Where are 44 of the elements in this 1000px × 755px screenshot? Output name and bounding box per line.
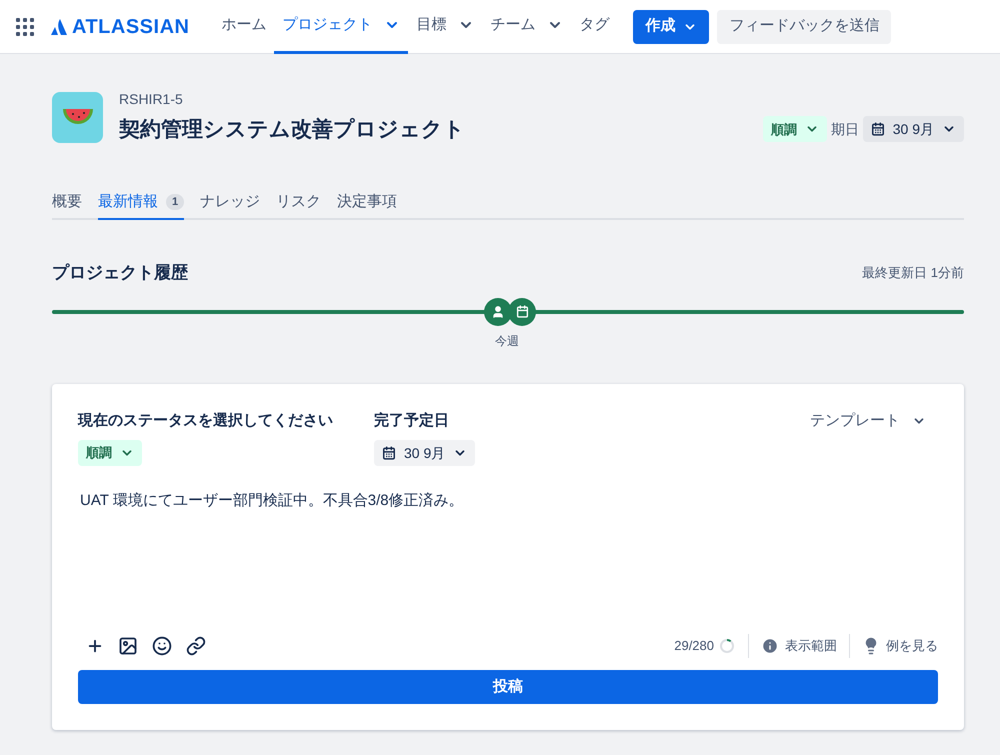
app-switcher-icon[interactable] [16,18,34,36]
nav-item[interactable]: チーム [482,0,572,54]
due-date-dropdown[interactable]: 30 9月 [862,116,964,142]
calendar-icon [870,122,885,136]
target-date-label: 完了予定日 [374,410,449,430]
count-badge: 1 [166,194,184,210]
progress-ring [718,637,736,655]
template-dropdown[interactable]: テンプレート [810,410,926,432]
timeline-label: 今週 [495,332,519,350]
nav-item[interactable]: 目標 [408,0,482,54]
calendar-icon [382,446,396,460]
calendar-icon [508,298,536,326]
info-icon [761,637,779,655]
emoji-icon[interactable] [152,636,172,656]
tab[interactable]: 概要 [52,190,82,220]
plus-icon[interactable] [86,637,104,655]
character-count: 29/280 [674,637,714,656]
create-button[interactable]: 作成 [633,10,710,44]
examples-button[interactable]: 例を見る [862,636,938,656]
link-icon[interactable] [186,636,206,656]
brand-logo-text: ATLASSIAN [72,14,190,40]
due-label: 期日 [830,120,859,139]
nav-item[interactable]: ホーム [213,0,274,54]
last-updated-text: 最終更新日 1分前 [862,264,964,282]
image-icon[interactable] [118,636,138,656]
logo-icon [50,18,68,36]
project-key: RSHIR1-5 [119,89,465,110]
project-title: 契約管理システム改善プロジェクト [119,116,465,143]
nav-item[interactable]: プロジェクト [274,0,408,54]
tab[interactable]: リスク [276,190,322,220]
status-label: 現在のステータスを選択してください [78,410,333,430]
visibility-button[interactable]: 表示範囲 [761,636,837,656]
status-dropdown[interactable]: 順調 [78,440,142,466]
person-icon [484,298,512,326]
tab[interactable]: 決定事項 [337,190,398,220]
feedback-button[interactable]: フィードバックを送信 [717,10,892,44]
tab[interactable]: ナレッジ [200,190,260,220]
post-button[interactable]: 投稿 [78,670,938,704]
section-title: プロジェクト履歴 [52,262,188,284]
target-date-dropdown[interactable]: 30 9月 [374,440,476,466]
status-dropdown[interactable]: 順調 [762,116,827,142]
tab[interactable]: 最新情報 1 [98,190,184,220]
nav-item[interactable]: タグ [571,0,618,54]
watermelon-icon [52,92,103,143]
